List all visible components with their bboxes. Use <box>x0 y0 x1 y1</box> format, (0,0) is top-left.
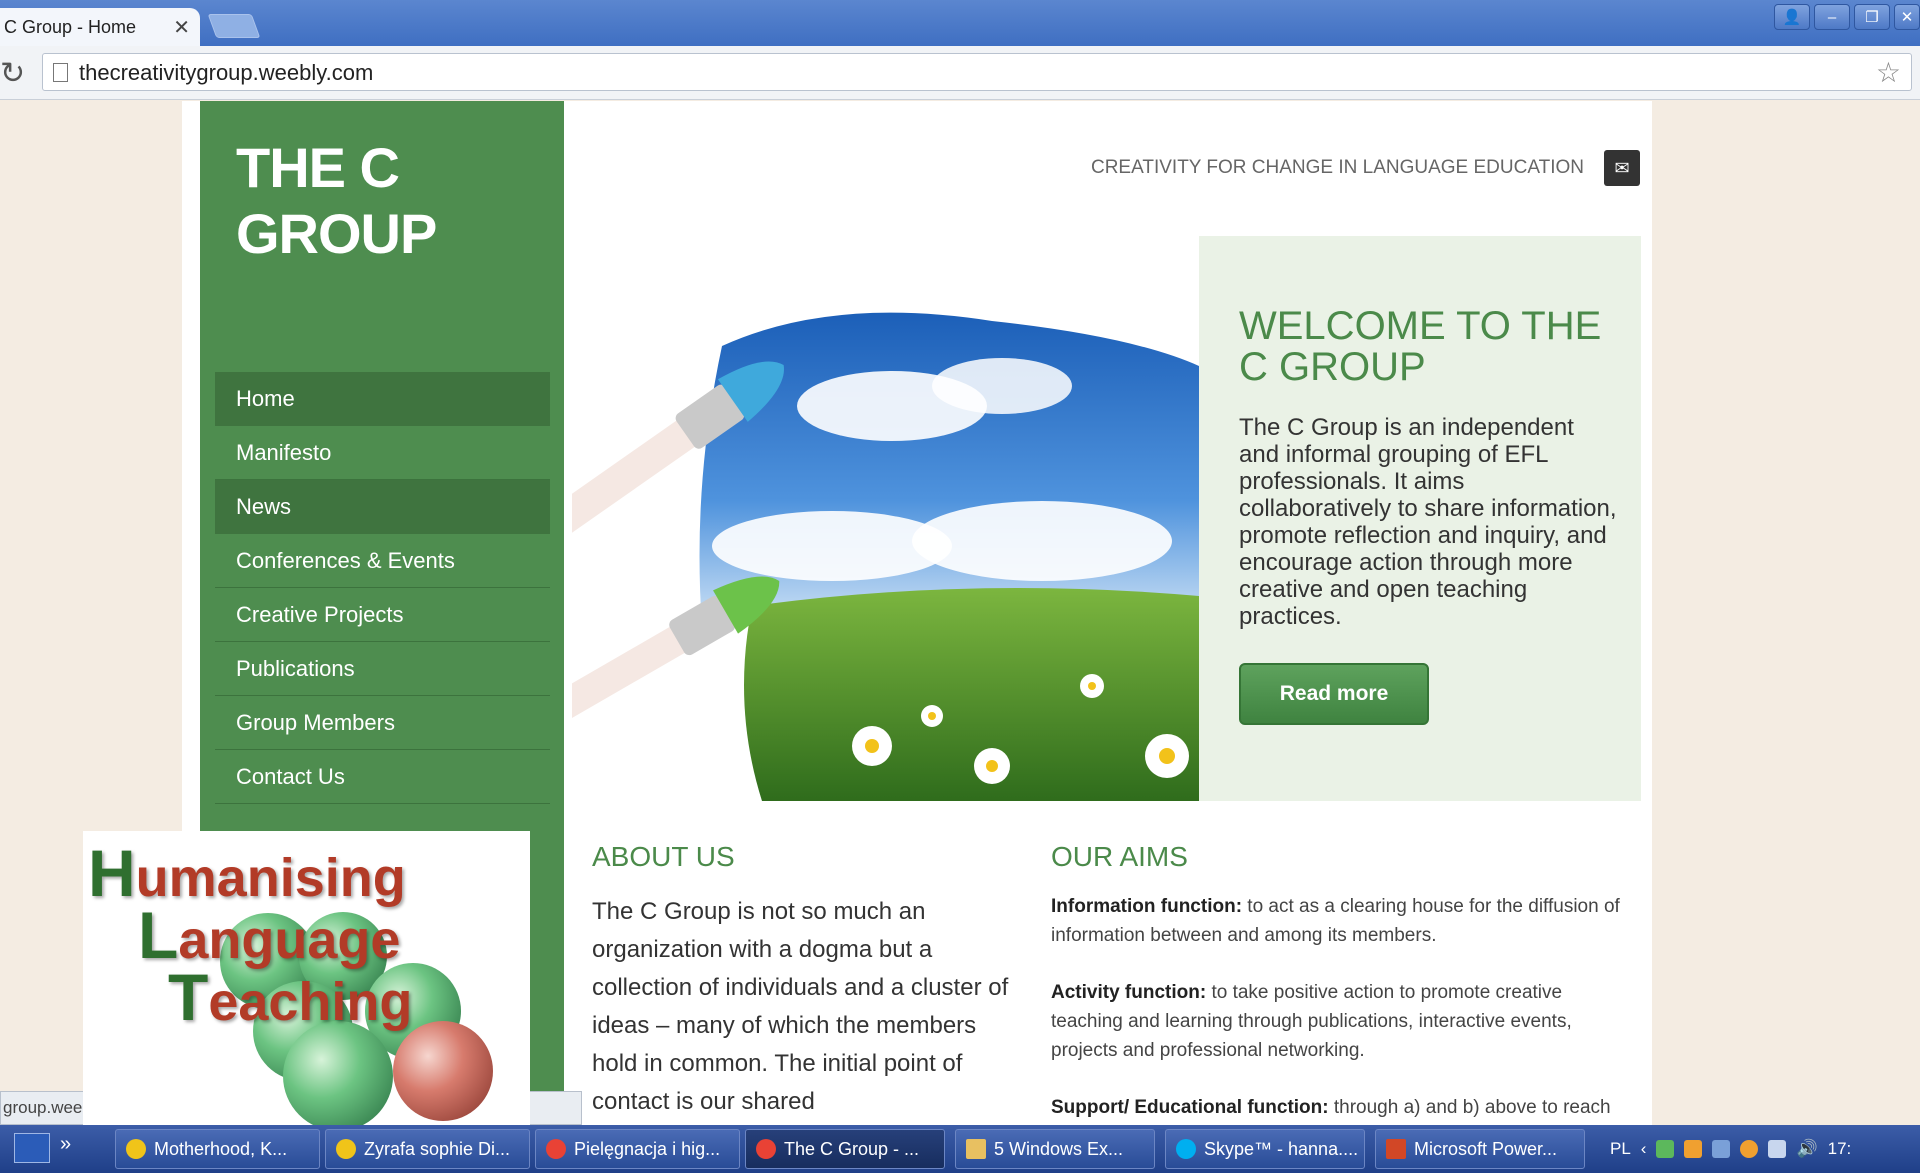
skype-icon <box>1176 1139 1196 1159</box>
nav-item-contact-us[interactable]: Contact Us <box>215 750 550 804</box>
nav-item-creative-projects[interactable]: Creative Projects <box>215 588 550 642</box>
java-icon[interactable] <box>1684 1140 1703 1158</box>
user-icon[interactable]: 👤 <box>1774 4 1810 30</box>
address-bar: ↻ thecreativitygroup.weebly.com ☆ <box>0 46 1920 100</box>
nav-item-conferences[interactable]: Conferences & Events <box>215 534 550 588</box>
aim-label: Support/ Educational function: <box>1051 1097 1329 1118</box>
main-content: CREATIVITY FOR CHANGE IN LANGUAGE EDUCAT… <box>572 101 1650 1137</box>
taskbar-label: Microsoft Power... <box>1414 1138 1558 1159</box>
aim-item: Support/ Educational function: through a… <box>1051 1093 1631 1122</box>
clock[interactable]: 17: <box>1828 1139 1852 1159</box>
power-icon[interactable] <box>1768 1140 1787 1158</box>
taskbar-label: Pielęgnacja i hig... <box>574 1138 721 1159</box>
tab-title: C Group - Home <box>4 16 137 37</box>
window-controls: 👤 – ❐ ✕ <box>1774 4 1920 30</box>
update-icon[interactable] <box>1740 1140 1759 1158</box>
hlt-cap-t: T <box>168 960 209 1034</box>
nav-item-news[interactable]: News <box>215 480 550 534</box>
browser-tab-bar: C Group - Home ✕ 👤 – ❐ ✕ <box>0 0 1920 46</box>
volume-icon[interactable]: 🔊 <box>1796 1139 1817 1159</box>
page-icon <box>53 63 68 82</box>
hero-illustration <box>572 312 1199 801</box>
shield-icon[interactable] <box>1656 1140 1675 1158</box>
bookmark-star-icon[interactable]: ☆ <box>1876 56 1901 89</box>
logo-line-1: THE C <box>236 136 400 199</box>
aim-text: through a) and b) above to reach <box>1328 1097 1611 1118</box>
taskbar-item-motherhood[interactable]: Motherhood, K... <box>115 1129 320 1169</box>
restore-button[interactable]: ❐ <box>1854 4 1890 30</box>
tab-close-icon[interactable]: ✕ <box>173 15 190 40</box>
taskbar-label: Skype™ - hanna.... <box>1204 1138 1359 1159</box>
url-text: thecreativitygroup.weebly.com <box>79 60 374 85</box>
browser-tab[interactable]: C Group - Home ✕ <box>0 8 200 46</box>
welcome-panel: WELCOME TO THE C GROUP The C Group is an… <box>1199 236 1641 801</box>
reload-icon[interactable]: ↻ <box>0 56 25 91</box>
taskbar-item-windows-explorer[interactable]: 5 Windows Ex... <box>955 1129 1155 1169</box>
taskbar-overflow-icon[interactable]: » <box>60 1133 71 1156</box>
chrome-icon <box>546 1139 566 1159</box>
hero-image <box>572 236 1199 801</box>
taskbar-item-pielegnacja[interactable]: Pielęgnacja i hig... <box>535 1129 740 1169</box>
new-tab-button[interactable] <box>207 14 261 38</box>
taskbar-label: 5 Windows Ex... <box>994 1138 1124 1159</box>
logo-line-2: GROUP <box>236 202 437 265</box>
taskbar-label: Zyrafa sophie Di... <box>364 1138 511 1159</box>
nav-item-group-members[interactable]: Group Members <box>215 696 550 750</box>
url-input[interactable]: thecreativitygroup.weebly.com ☆ <box>42 53 1912 91</box>
nav-item-manifesto[interactable]: Manifesto <box>215 426 550 480</box>
aims-list: Information function: to act as a cleari… <box>1051 892 1631 1150</box>
site-logo[interactable]: THE C GROUP <box>236 135 536 267</box>
about-title: ABOUT US <box>592 841 735 872</box>
taskbar: » Motherhood, K... Zyrafa sophie Di... P… <box>0 1125 1920 1173</box>
about-text: The C Group is not so much an organizati… <box>592 898 1009 1115</box>
welcome-title: WELCOME TO THE C GROUP <box>1239 304 1602 389</box>
site-tagline: CREATIVITY FOR CHANGE IN LANGUAGE EDUCAT… <box>1090 157 1584 178</box>
minimize-button[interactable]: – <box>1814 4 1850 30</box>
nav-item-publications[interactable]: Publications <box>215 642 550 696</box>
taskbar-item-c-group[interactable]: The C Group - ... <box>745 1129 945 1169</box>
hlt-cap-h: H <box>88 836 136 910</box>
language-indicator[interactable]: PL <box>1610 1139 1631 1159</box>
powerpoint-icon <box>1386 1139 1406 1159</box>
hlt-rest-3: eaching <box>208 972 413 1032</box>
taskbar-label: Motherhood, K... <box>154 1138 288 1159</box>
taskbar-label: The C Group - ... <box>784 1138 920 1159</box>
main-nav: Home Manifesto News Conferences & Events… <box>215 372 550 804</box>
taskbar-item-powerpoint[interactable]: Microsoft Power... <box>1375 1129 1585 1169</box>
chrome-icon <box>756 1139 776 1159</box>
aim-item: Information function: to act as a cleari… <box>1051 892 1631 950</box>
aims-title: OUR AIMS <box>1051 841 1188 872</box>
read-more-button[interactable]: Read more <box>1239 663 1429 725</box>
close-window-button[interactable]: ✕ <box>1894 4 1920 30</box>
tray-expand-icon[interactable]: ‹ <box>1641 1139 1647 1159</box>
taskbar-item-zyrafa[interactable]: Zyrafa sophie Di... <box>325 1129 530 1169</box>
mail-icon[interactable]: ✉ <box>1604 150 1640 186</box>
aim-label: Information function: <box>1051 896 1243 917</box>
network-icon[interactable] <box>1712 1140 1731 1158</box>
chrome-icon <box>336 1139 356 1159</box>
aim-item: Activity function: to take positive acti… <box>1051 978 1631 1065</box>
system-tray: PL ‹ 🔊 17: <box>1610 1125 1851 1173</box>
welcome-text: The C Group is an independent and inform… <box>1239 414 1617 630</box>
nav-item-home[interactable]: Home <box>215 372 550 426</box>
aim-label: Activity function: <box>1051 982 1207 1003</box>
folder-icon <box>966 1139 986 1159</box>
taskbar-item-skype[interactable]: Skype™ - hanna.... <box>1165 1129 1365 1169</box>
show-desktop-icon[interactable] <box>14 1133 50 1163</box>
chrome-icon <box>126 1139 146 1159</box>
hlt-line-3: Teaching <box>168 959 412 1035</box>
hlt-logo: Humanising Language Teaching <box>83 831 530 1144</box>
